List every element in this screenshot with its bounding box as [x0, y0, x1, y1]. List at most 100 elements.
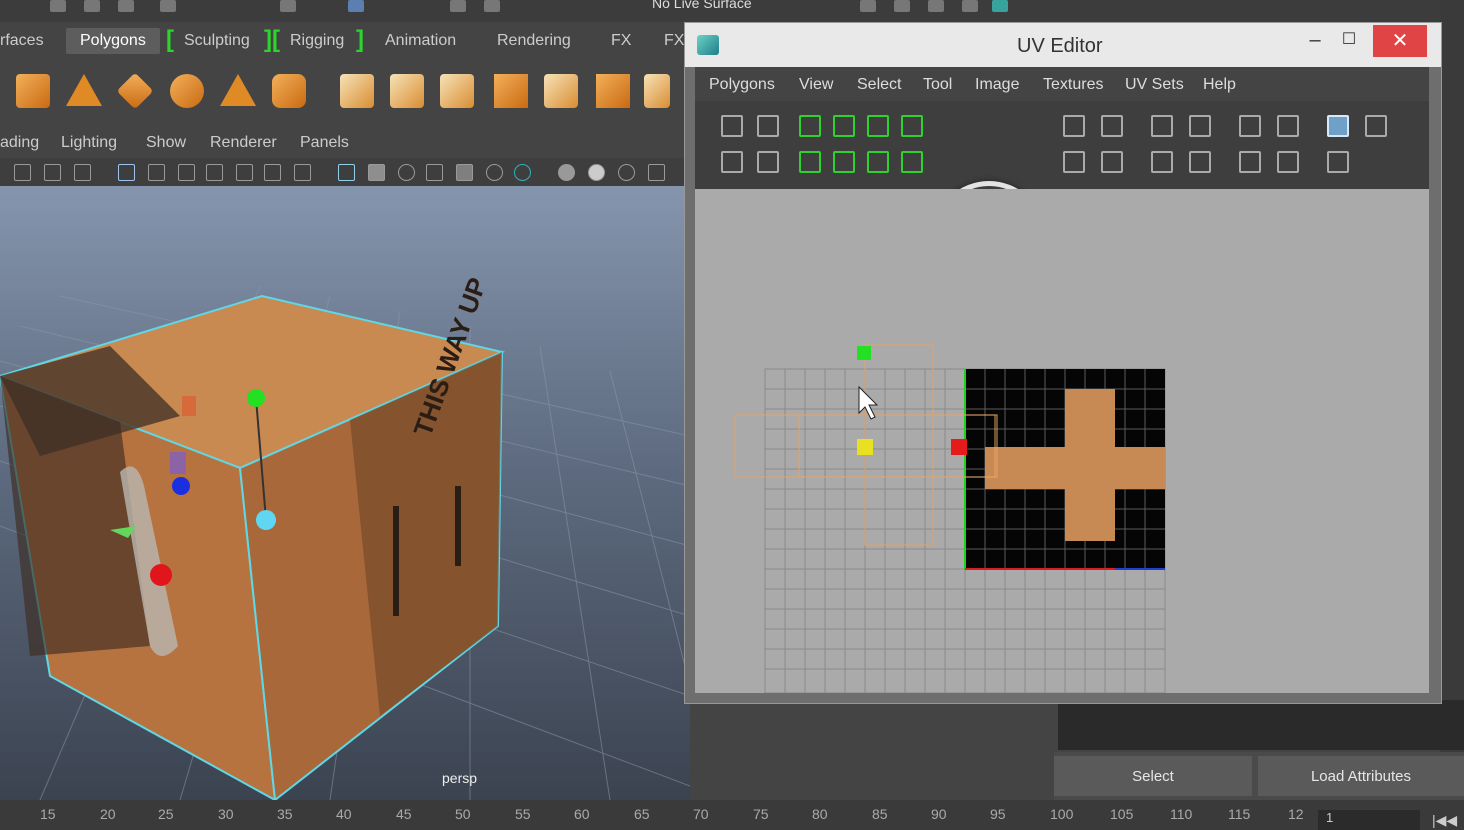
normalize-icon[interactable] — [1277, 115, 1299, 137]
hypershade-icon[interactable] — [992, 0, 1008, 12]
distribute-icon[interactable] — [1063, 151, 1085, 173]
shell-icon[interactable] — [1239, 115, 1261, 137]
menu-lighting[interactable]: Lighting — [61, 134, 117, 152]
tab-sculpting[interactable]: Sculpting — [184, 32, 250, 50]
cut-uv-icon[interactable] — [833, 115, 855, 137]
textured-icon[interactable] — [456, 164, 473, 181]
manipulator-x-handle[interactable] — [150, 564, 172, 586]
motion-blur-icon[interactable] — [588, 164, 605, 181]
separate-icon[interactable] — [390, 74, 424, 108]
pencil-icon[interactable] — [644, 74, 670, 108]
cone-icon[interactable] — [66, 74, 102, 106]
shadows-icon[interactable] — [426, 164, 443, 181]
grid-icon[interactable] — [494, 74, 528, 108]
sew-uv-icon[interactable] — [867, 115, 889, 137]
plane-icon[interactable] — [116, 72, 154, 110]
uv-manip-v-handle[interactable] — [857, 346, 871, 360]
uv-manip-u-handle[interactable] — [951, 439, 967, 455]
align-top-icon[interactable] — [1189, 151, 1211, 173]
menu-polygons[interactable]: Polygons — [709, 76, 775, 94]
manipulator-plane-handle[interactable] — [170, 452, 186, 474]
tab-surfaces[interactable]: rfaces — [0, 32, 44, 50]
bookmark-icon[interactable] — [74, 164, 91, 181]
gate-mask-icon[interactable] — [206, 164, 223, 181]
uv-canvas[interactable] — [695, 189, 1429, 693]
flip-v-icon[interactable] — [799, 151, 821, 173]
ao-icon[interactable] — [558, 164, 575, 181]
camera-icon[interactable] — [14, 164, 31, 181]
uv-manip-center-handle[interactable] — [857, 439, 873, 455]
snap-curve-icon[interactable] — [484, 0, 500, 12]
unitize-icon[interactable] — [1277, 151, 1299, 173]
render-settings-icon[interactable] — [962, 0, 978, 12]
save-scene-icon[interactable] — [118, 0, 134, 12]
close-icon[interactable]: ✕ — [1373, 25, 1427, 57]
tab-rigging[interactable]: Rigging — [290, 32, 344, 50]
cube-icon[interactable] — [544, 74, 578, 108]
uv-editor-titlebar[interactable]: UV Editor – ☐ ✕ — [685, 23, 1441, 67]
split-uv-icon[interactable] — [833, 151, 855, 173]
pyramid-icon[interactable] — [220, 74, 256, 106]
render-view-icon[interactable] — [860, 0, 876, 12]
tab-polygons[interactable]: Polygons — [66, 28, 160, 54]
anti-alias-icon[interactable] — [618, 164, 635, 181]
menu-uv-sets[interactable]: UV Sets — [1125, 76, 1184, 94]
align-bottom-icon[interactable] — [1151, 151, 1173, 173]
merge-uv-icon[interactable] — [867, 151, 889, 173]
menu-select[interactable]: Select — [857, 76, 901, 94]
menu-shading[interactable]: ading — [0, 134, 39, 152]
menu-image[interactable]: Image — [975, 76, 1019, 94]
align-left-icon[interactable] — [1151, 115, 1173, 137]
uv-move-icon[interactable] — [757, 115, 779, 137]
safe-title-icon[interactable] — [294, 164, 311, 181]
layout-uv-icon[interactable] — [1063, 115, 1085, 137]
menu-help[interactable]: Help — [1203, 76, 1236, 94]
snap-grid-icon[interactable] — [450, 0, 466, 12]
texel-icon[interactable] — [1239, 151, 1261, 173]
xray-icon[interactable] — [514, 164, 531, 181]
manipulator-center-handle[interactable] — [256, 510, 276, 530]
go-to-start-icon[interactable]: |◀◀ — [1432, 812, 1457, 829]
tab-fx[interactable]: FX — [611, 32, 631, 50]
safe-action-icon[interactable] — [264, 164, 281, 181]
live-surface-label[interactable]: No Live Surface — [652, 0, 752, 11]
resolution-gate-icon[interactable] — [178, 164, 195, 181]
pipe-icon[interactable] — [272, 74, 306, 108]
select-tool-icon[interactable] — [280, 0, 296, 12]
display-image-icon[interactable] — [1327, 115, 1349, 137]
undo-icon[interactable] — [160, 0, 176, 12]
grid-toggle-icon[interactable] — [118, 164, 135, 181]
field-chart-icon[interactable] — [236, 164, 253, 181]
viewport-3d[interactable]: THIS WAY UP — [0, 186, 690, 800]
extract-icon[interactable] — [440, 74, 474, 108]
cylinder-icon[interactable] — [16, 74, 50, 108]
tab-fx-caching[interactable]: FX — [664, 32, 684, 50]
minimize-icon[interactable]: – — [1303, 29, 1327, 53]
maximize-icon[interactable]: ☐ — [1337, 29, 1361, 53]
render-icon[interactable] — [894, 0, 910, 12]
manipulator-rotate-handle[interactable] — [182, 396, 196, 416]
uv-select-icon[interactable] — [721, 151, 743, 173]
snap-together-icon[interactable] — [1101, 151, 1123, 173]
dim-image-icon[interactable] — [1365, 115, 1387, 137]
wireframe-icon[interactable] — [338, 164, 355, 181]
tab-animation[interactable]: Animation — [385, 32, 456, 50]
align-right-icon[interactable] — [1189, 115, 1211, 137]
menu-tool[interactable]: Tool — [923, 76, 952, 94]
tab-rendering[interactable]: Rendering — [497, 32, 571, 50]
smooth-shade-icon[interactable] — [368, 164, 385, 181]
uv-lattice-icon[interactable] — [721, 115, 743, 137]
mesh-icon[interactable] — [596, 74, 630, 108]
lighting-icon[interactable] — [398, 164, 415, 181]
filter-image-icon[interactable] — [1327, 151, 1349, 173]
load-attributes-button[interactable]: Load Attributes — [1258, 756, 1464, 796]
isolate-icon[interactable] — [648, 164, 665, 181]
manipulator-y-handle[interactable] — [247, 389, 265, 407]
manipulator-z-handle[interactable] — [172, 477, 190, 495]
torus-icon[interactable] — [170, 74, 204, 108]
flip-u-icon[interactable] — [799, 115, 821, 137]
time-slider[interactable]: 15 20 25 30 35 40 45 50 55 60 65 70 75 8… — [0, 800, 1464, 830]
move-sew-icon[interactable] — [901, 115, 923, 137]
snap-icon[interactable] — [348, 0, 364, 12]
ipr-icon[interactable] — [928, 0, 944, 12]
